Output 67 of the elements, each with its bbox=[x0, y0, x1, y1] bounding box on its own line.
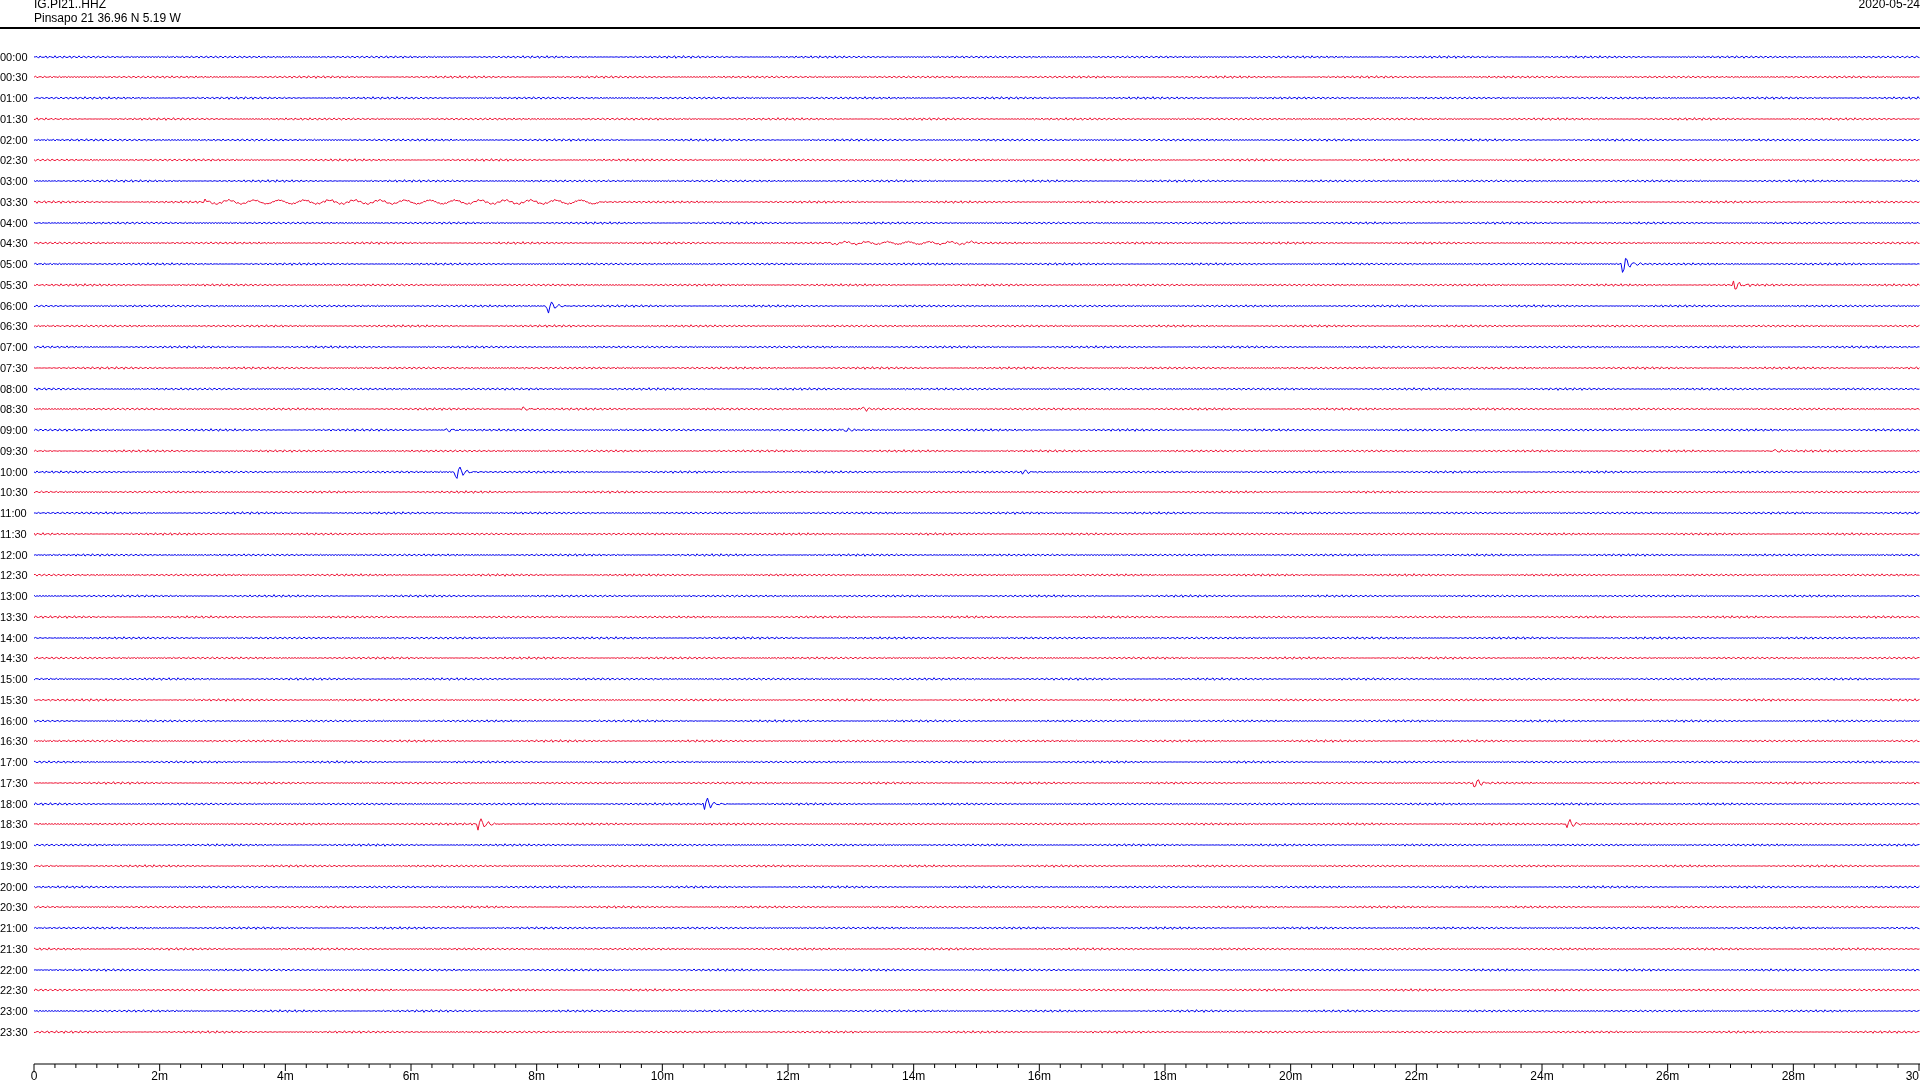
axis-label: 4m bbox=[277, 1069, 294, 1080]
time-label: 15:30 bbox=[0, 693, 29, 706]
time-label: 07:30 bbox=[0, 361, 29, 374]
axis-label: 28m bbox=[1781, 1069, 1805, 1080]
time-label: 12:00 bbox=[0, 548, 29, 561]
time-label: 19:30 bbox=[0, 859, 29, 872]
time-label: 20:30 bbox=[0, 901, 29, 914]
time-label: 20:00 bbox=[0, 880, 29, 893]
time-label: 06:00 bbox=[0, 299, 29, 312]
channel-code: IG.PI21..HHZ bbox=[34, 0, 108, 11]
time-label: 01:30 bbox=[0, 112, 29, 125]
axis-label: 18m bbox=[1153, 1069, 1177, 1080]
axis-label: 16m bbox=[1027, 1069, 1051, 1080]
axis-label: 14m bbox=[902, 1069, 926, 1080]
time-label: 10:00 bbox=[0, 465, 29, 478]
time-label: 19:00 bbox=[0, 839, 29, 852]
time-label: 23:00 bbox=[0, 1005, 29, 1018]
time-label: 18:00 bbox=[0, 797, 29, 810]
time-label: 21:00 bbox=[0, 922, 29, 935]
time-label: 11:00 bbox=[0, 507, 28, 520]
time-label: 15:00 bbox=[0, 673, 29, 686]
time-label: 16:30 bbox=[0, 735, 29, 748]
axis-label: 22m bbox=[1404, 1069, 1428, 1080]
time-label: 17:30 bbox=[0, 776, 29, 789]
time-label: 04:00 bbox=[0, 216, 29, 229]
time-label: 04:30 bbox=[0, 237, 29, 250]
time-label: 11:30 bbox=[0, 527, 28, 540]
time-label: 00:00 bbox=[0, 50, 29, 63]
time-label: 13:00 bbox=[0, 590, 29, 603]
time-label: 05:00 bbox=[0, 258, 29, 271]
time-label: 22:30 bbox=[0, 984, 29, 997]
time-label: 08:30 bbox=[0, 403, 29, 416]
time-label: 13:30 bbox=[0, 610, 29, 623]
time-label: 02:30 bbox=[0, 154, 29, 167]
time-label: 12:30 bbox=[0, 569, 29, 582]
axis-label: 30 bbox=[1905, 1069, 1919, 1080]
axis-label: 8m bbox=[528, 1069, 545, 1080]
time-label: 22:00 bbox=[0, 963, 29, 976]
time-label: 18:30 bbox=[0, 818, 29, 831]
axis-label: 0 bbox=[30, 1069, 38, 1080]
time-label: 23:30 bbox=[0, 1025, 29, 1038]
date-text: 2020-05-24 bbox=[1858, 0, 1920, 13]
time-label: 09:30 bbox=[0, 444, 29, 457]
time-label: 03:30 bbox=[0, 195, 29, 208]
time-label: 02:00 bbox=[0, 133, 29, 146]
time-label: 14:30 bbox=[0, 652, 29, 665]
axis-label: 10m bbox=[650, 1069, 674, 1080]
time-label: 08:00 bbox=[0, 382, 29, 395]
time-label: 16:00 bbox=[0, 714, 29, 727]
time-label: 03:00 bbox=[0, 175, 29, 188]
axis-label: 26m bbox=[1656, 1069, 1680, 1080]
axis-label: 6m bbox=[402, 1069, 420, 1080]
axis-label: 12m bbox=[776, 1069, 800, 1080]
time-label: 05:30 bbox=[0, 278, 29, 291]
time-label: 21:30 bbox=[0, 942, 29, 955]
station-info: Pinsapo 21 36.96 N 5.19 W bbox=[34, 11, 181, 25]
axis-label: 20m bbox=[1279, 1069, 1303, 1080]
time-label: 01:00 bbox=[0, 92, 29, 105]
axis-label: 2m bbox=[151, 1069, 168, 1080]
time-label: 17:00 bbox=[0, 756, 29, 769]
time-label: 00:30 bbox=[0, 71, 29, 84]
time-label: 06:30 bbox=[0, 320, 29, 333]
time-label: 07:00 bbox=[0, 341, 29, 354]
axis-label: 24m bbox=[1530, 1069, 1554, 1080]
time-label: 14:00 bbox=[0, 631, 29, 644]
time-label: 09:00 bbox=[0, 424, 29, 437]
time-label: 10:30 bbox=[0, 486, 29, 499]
